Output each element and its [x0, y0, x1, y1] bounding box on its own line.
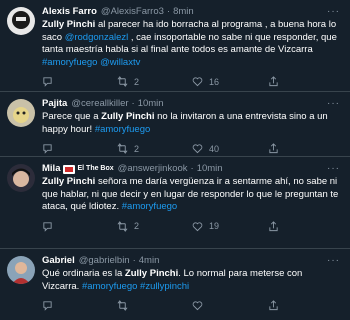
like-count: 19 — [209, 221, 220, 231]
heart-icon — [192, 77, 203, 87]
share-icon — [269, 76, 278, 87]
tweet-text: Zully Pinchi al parecer ha ido borracha … — [42, 19, 342, 69]
heart-icon — [192, 144, 203, 154]
highlighted-text: Zully Pinchi — [42, 19, 96, 30]
tweet[interactable]: Mila El The Box @answerjinkook · 10min ·… — [0, 157, 350, 249]
tweet-text: Zully Pinchi señora me daría vergüenza i… — [42, 176, 342, 214]
author-handle[interactable]: @gabrielbin — [79, 255, 130, 267]
share-button[interactable] — [268, 76, 279, 87]
reply-button[interactable] — [42, 300, 59, 311]
reply-icon — [43, 144, 52, 154]
mention-link[interactable]: @rodgonzalezl — [65, 32, 129, 43]
timestamp[interactable]: 4min — [139, 255, 160, 267]
more-options-icon[interactable]: ··· — [327, 164, 340, 174]
author-name[interactable]: Mila — [42, 163, 60, 175]
hashtag-link[interactable]: #amoryfuego — [82, 281, 137, 292]
reply-button[interactable] — [42, 221, 59, 232]
like-button[interactable] — [192, 300, 209, 311]
avatar[interactable] — [7, 7, 35, 35]
retweet-button[interactable]: 2 — [117, 76, 139, 87]
share-icon — [269, 143, 278, 154]
author-name[interactable]: Pajita — [42, 98, 67, 110]
retweet-icon — [117, 76, 128, 87]
tweet-header: Gabriel @gabrielbin · 4min — [42, 255, 342, 267]
share-button[interactable] — [268, 143, 279, 154]
retweet-icon — [117, 300, 128, 311]
separator-dot: · — [166, 6, 171, 17]
tweet-actions — [42, 297, 342, 317]
like-button[interactable]: 16 — [192, 76, 219, 87]
highlighted-text: Zully Pinchi — [124, 268, 179, 279]
author-handle[interactable]: @AlexisFarro3 — [101, 6, 164, 18]
author-name[interactable]: Alexis Farro — [42, 6, 97, 18]
retweet-count: 2 — [134, 76, 140, 87]
more-options-icon[interactable]: ··· — [327, 99, 340, 109]
tweet-header: Mila El The Box @answerjinkook · 10min — [42, 163, 342, 175]
author-name[interactable]: Gabriel — [42, 255, 75, 267]
share-icon — [269, 300, 278, 311]
tweet[interactable]: Gabriel @gabrielbin · 4min ··· Qué ordin… — [0, 249, 350, 320]
tweet-header: Alexis Farro @AlexisFarro3 · 8min — [42, 6, 342, 18]
reply-button[interactable] — [42, 76, 59, 87]
tweet-text-segment: Qué ordinaria es la — [42, 268, 125, 279]
tweet[interactable]: Alexis Farro @AlexisFarro3 · 8min ··· Zu… — [0, 0, 350, 92]
hashtag-link[interactable]: #zullypinchi — [140, 281, 189, 292]
more-options-icon[interactable]: ··· — [327, 7, 340, 17]
like-count: 40 — [209, 143, 220, 154]
separator-dot: · — [131, 98, 135, 109]
highlighted-text: Zully Pinchi — [42, 176, 96, 187]
author-handle[interactable]: @answerjinkook — [118, 163, 188, 175]
separator-dot: · — [132, 255, 136, 266]
like-count: 16 — [209, 76, 220, 87]
share-button[interactable] — [268, 300, 279, 311]
share-icon — [269, 220, 278, 231]
highlighted-text: Zully Pinchi — [101, 111, 155, 122]
tweet-actions: 2 16 — [42, 73, 342, 93]
retweet-button[interactable]: 2 — [117, 143, 139, 154]
tweet-text: Parece que a Zully Pinchi no la invitaro… — [42, 111, 342, 136]
tweet-header: Pajita @cereallkiller · 10min — [42, 98, 342, 110]
hashtag-link[interactable]: #amoryfuego — [42, 57, 97, 68]
retweet-count: 2 — [134, 143, 140, 154]
heart-icon — [192, 301, 203, 311]
separator-dot: · — [190, 163, 194, 174]
mention-link[interactable]: @willaxtv — [100, 57, 140, 68]
reply-button[interactable] — [42, 143, 59, 154]
hashtag-link[interactable]: #amoryfuego — [95, 124, 150, 135]
reply-icon — [43, 301, 52, 311]
tweet-actions: 2 19 — [42, 218, 342, 238]
avatar[interactable] — [7, 99, 35, 127]
avatar[interactable] — [7, 164, 35, 192]
badge-text: El The Box — [77, 165, 114, 172]
like-button[interactable]: 19 — [192, 221, 219, 232]
share-button[interactable] — [268, 220, 279, 232]
reply-icon — [43, 221, 52, 232]
hashtag-link[interactable]: #amoryfuego — [122, 201, 177, 212]
avatar[interactable] — [7, 256, 35, 284]
retweet-button[interactable]: 2 — [117, 220, 140, 232]
author-handle[interactable]: @cereallkiller — [71, 98, 128, 110]
tweet-feed: Alexis Farro @AlexisFarro3 · 8min ··· Zu… — [0, 0, 350, 320]
flag-badge — [63, 164, 76, 174]
retweet-icon — [117, 220, 128, 232]
like-button[interactable]: 40 — [192, 143, 219, 154]
more-options-icon[interactable]: ··· — [327, 256, 340, 266]
timestamp[interactable]: 8min — [173, 6, 194, 18]
retweet-icon — [117, 143, 128, 154]
timestamp[interactable]: 10min — [197, 163, 223, 175]
tweet-text-segment: Parece que a — [42, 111, 102, 122]
retweet-button[interactable] — [117, 300, 134, 311]
tweet-text: Qué ordinaria es la Zully Pinchi. Lo nor… — [42, 268, 342, 293]
tweet[interactable]: Pajita @cereallkiller · 10min ··· Parece… — [0, 92, 350, 157]
retweet-count: 2 — [134, 221, 140, 231]
heart-icon — [192, 221, 203, 231]
reply-icon — [43, 77, 52, 87]
timestamp[interactable]: 10min — [138, 98, 164, 110]
